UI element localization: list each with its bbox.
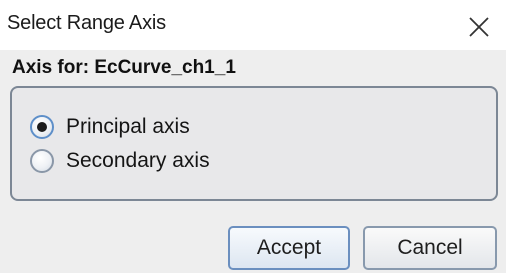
radio-selected-dot — [37, 122, 47, 132]
secondary-axis-label: Secondary axis — [66, 149, 210, 172]
title-bar: Select Range Axis — [0, 0, 506, 50]
secondary-axis-option[interactable]: Secondary axis — [30, 146, 210, 176]
principal-axis-radio[interactable] — [30, 115, 54, 139]
close-icon[interactable] — [466, 14, 492, 40]
principal-axis-label: Principal axis — [66, 115, 190, 138]
axis-options-group — [10, 86, 498, 201]
accept-button[interactable]: Accept — [228, 226, 350, 270]
secondary-axis-radio[interactable] — [30, 149, 54, 173]
axis-for-label: Axis for: EcCurve_ch1_1 — [12, 57, 236, 78]
dialog-title: Select Range Axis — [7, 12, 166, 34]
select-range-axis-dialog: Select Range Axis Axis for: EcCurve_ch1_… — [0, 0, 506, 273]
cancel-button[interactable]: Cancel — [363, 226, 497, 270]
principal-axis-option[interactable]: Principal axis — [30, 112, 190, 142]
